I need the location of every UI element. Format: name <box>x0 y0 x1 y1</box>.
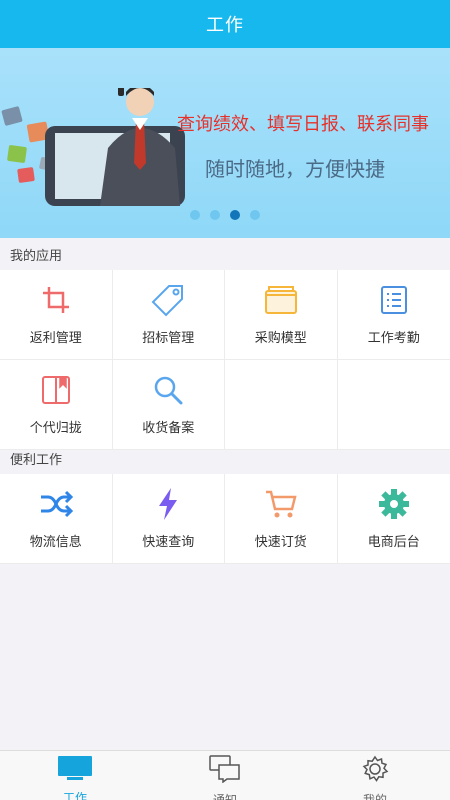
empty-cell <box>225 360 338 450</box>
tab-mine[interactable]: 我的 <box>300 751 450 800</box>
tab-label: 我的 <box>362 793 387 800</box>
banner-illustration <box>1 88 185 206</box>
app-rebate-management[interactable]: 返利管理 <box>0 270 113 360</box>
app-attendance[interactable]: 工作考勤 <box>337 270 450 360</box>
my-apps-grid: 返利管理 招标管理 采购模型 工作考勤 个代归拢 收货备案 <box>0 270 450 450</box>
chat-icon <box>209 755 241 787</box>
tag-icon <box>151 283 185 317</box>
app-label: 快速订货 <box>254 535 307 550</box>
banner-carousel[interactable]: 查询绩效、填写日报、联系同事 随时随地，方便快捷 <box>0 48 450 238</box>
app-label: 个代归拢 <box>29 421 82 436</box>
app-label: 物流信息 <box>29 535 82 550</box>
carousel-dot[interactable] <box>250 210 260 220</box>
app-quick-order[interactable]: 快速订货 <box>225 474 338 564</box>
app-label: 招标管理 <box>142 331 195 346</box>
banner-headline: 查询绩效、填写日报、联系同事 <box>177 114 429 135</box>
list-icon <box>377 283 411 317</box>
crop-icon <box>39 283 73 317</box>
carousel-indicator <box>190 210 260 220</box>
folder-icon <box>264 283 298 317</box>
app-procurement-model[interactable]: 采购模型 <box>225 270 338 360</box>
gear-icon <box>377 487 411 521</box>
monitor-icon <box>57 755 93 785</box>
cart-icon <box>264 487 298 521</box>
book-icon <box>39 373 73 407</box>
app-logistics-info[interactable]: 物流信息 <box>0 474 113 564</box>
section-label-my-apps: 我的应用 <box>10 248 63 264</box>
empty-cell <box>337 360 450 450</box>
convenient-work-grid: 物流信息 快速查询 快速订货 电商后台 <box>0 474 450 564</box>
app-label: 快速查询 <box>142 535 195 550</box>
section-label-convenient-work: 便利工作 <box>10 452 63 468</box>
app-label: 返利管理 <box>29 331 82 346</box>
app-bidding-management[interactable]: 招标管理 <box>112 270 225 360</box>
app-label: 电商后台 <box>367 535 420 550</box>
tab-label: 通知 <box>212 793 237 800</box>
shuffle-icon <box>39 487 73 521</box>
carousel-dot-active[interactable] <box>230 210 240 220</box>
page-title: 工作 <box>206 15 244 36</box>
bottom-tab-bar: 工作 通知 我的 <box>0 750 450 800</box>
lightning-icon <box>151 487 185 521</box>
app-header: 工作 <box>0 0 450 48</box>
tab-work[interactable]: 工作 <box>0 751 150 800</box>
search-icon <box>151 373 185 407</box>
app-label: 收货备案 <box>142 421 195 436</box>
carousel-dot[interactable] <box>190 210 200 220</box>
carousel-dot[interactable] <box>210 210 220 220</box>
tab-notifications[interactable]: 通知 <box>150 751 300 800</box>
app-label: 采购模型 <box>254 331 307 346</box>
app-label: 工作考勤 <box>367 331 420 346</box>
tab-label: 工作 <box>62 791 87 800</box>
app-agent-consolidation[interactable]: 个代归拢 <box>0 360 113 450</box>
app-ecommerce-backend[interactable]: 电商后台 <box>337 474 450 564</box>
app-receipt-filing[interactable]: 收货备案 <box>112 360 225 450</box>
app-quick-query[interactable]: 快速查询 <box>112 474 225 564</box>
banner-tagline: 随时随地，方便快捷 <box>205 157 385 181</box>
settings-icon <box>361 755 389 787</box>
